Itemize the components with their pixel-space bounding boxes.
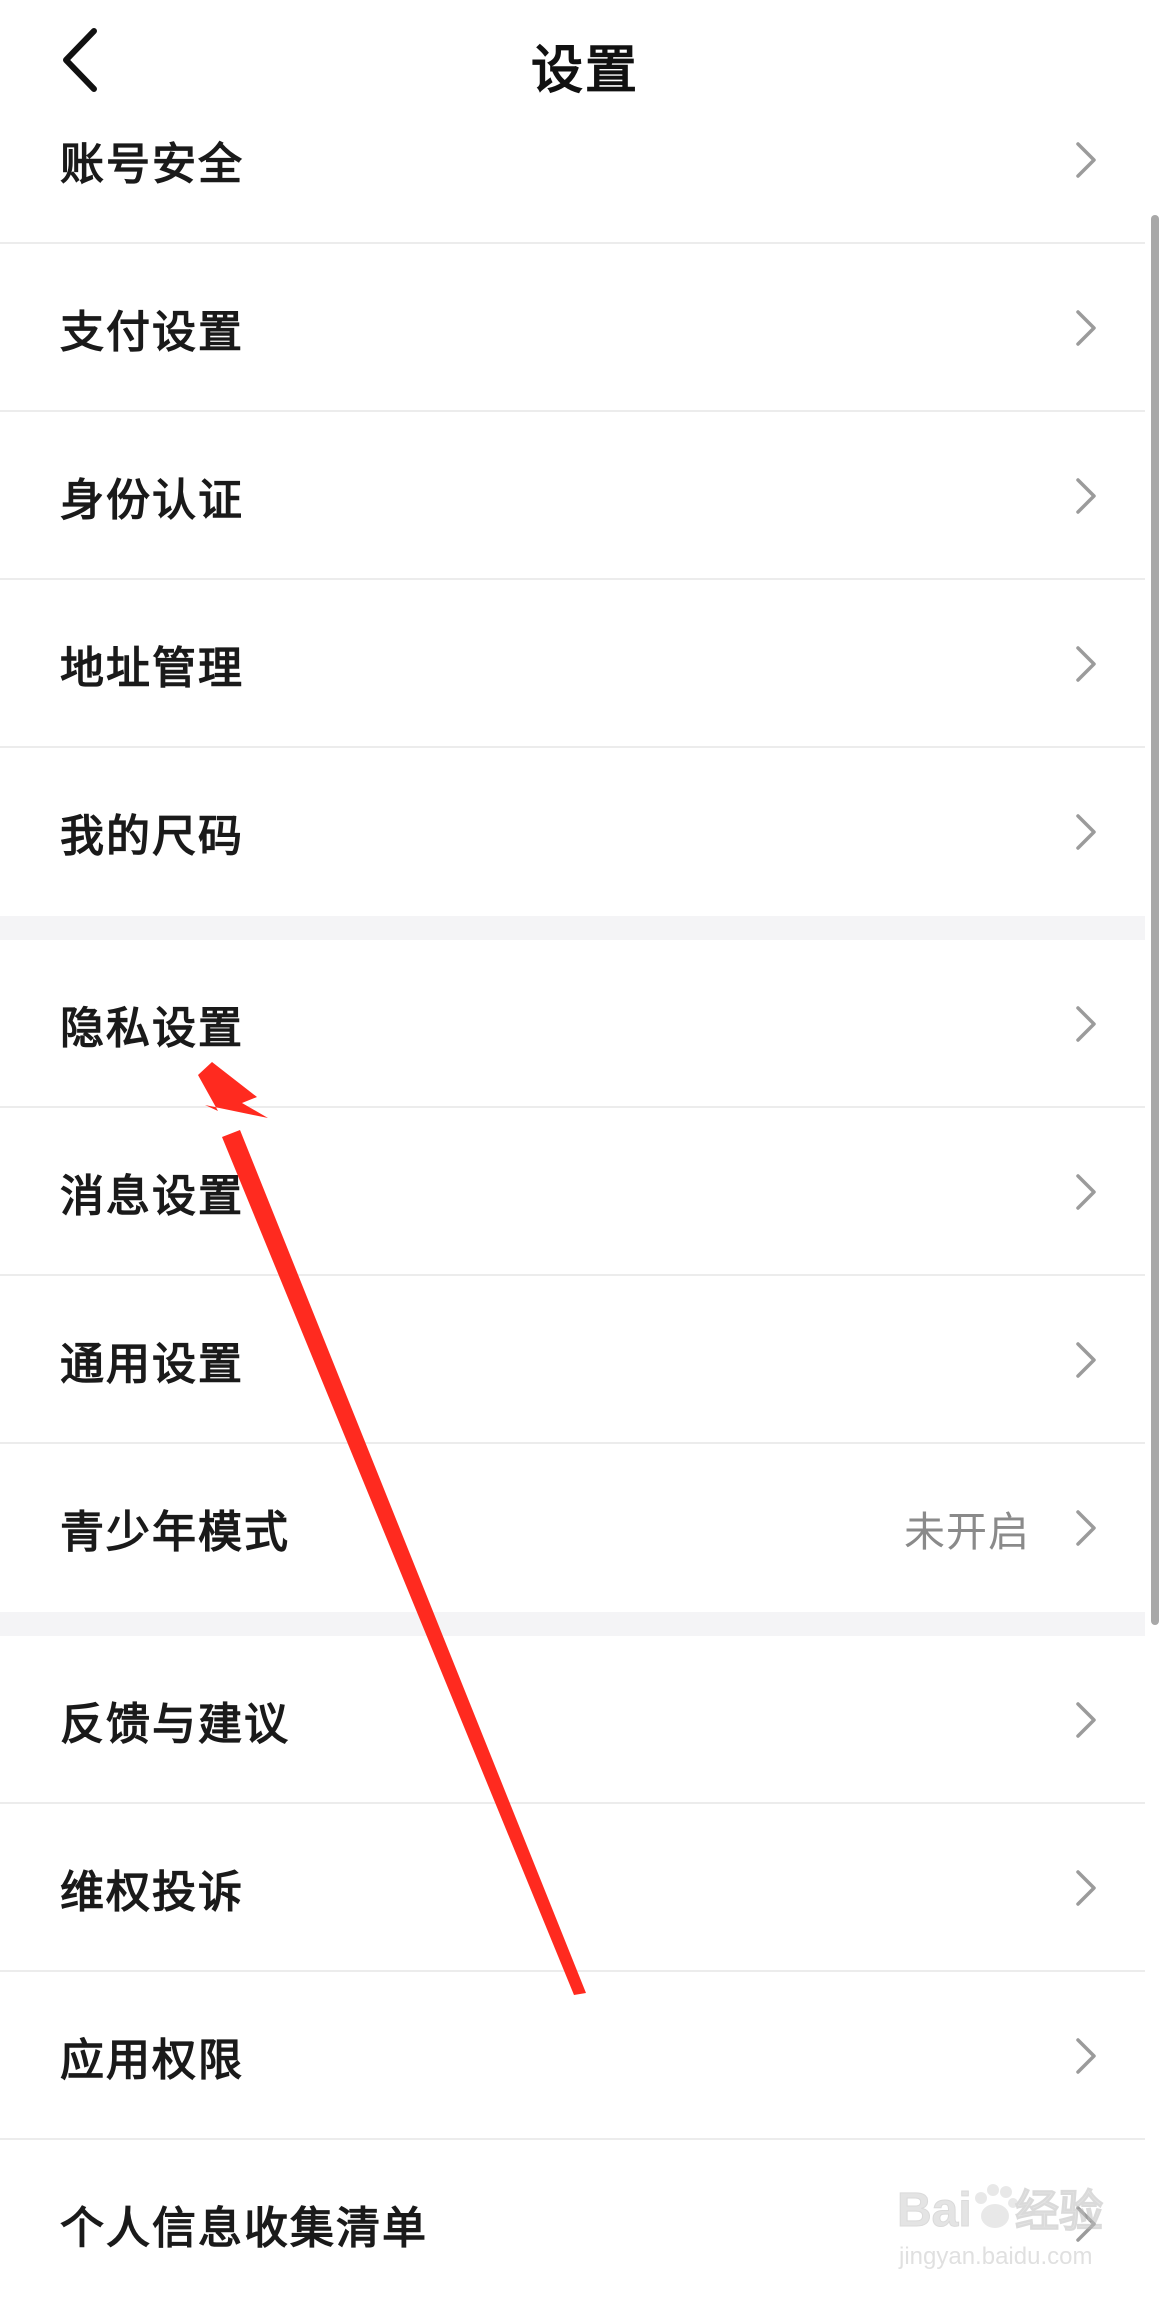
settings-item-label: 个人信息收集清单	[60, 2203, 428, 2254]
svg-text:jingyan.baidu.com: jingyan.baidu.com	[898, 2243, 1092, 2270]
settings-item-label: 身份认证	[60, 475, 244, 526]
settings-item-my-size[interactable]: 我的尺码	[0, 748, 1145, 916]
settings-item-label: 隐私设置	[60, 1003, 244, 1054]
settings-item-notifications[interactable]: 消息设置	[0, 1108, 1145, 1276]
settings-item-address[interactable]: 地址管理	[0, 580, 1145, 748]
chevron-right-icon	[1076, 814, 1096, 850]
settings-item-label: 通用设置	[60, 1339, 244, 1390]
settings-item-label: 支付设置	[60, 307, 244, 358]
settings-item-label: 应用权限	[60, 2035, 244, 2086]
chevron-right-icon	[1076, 646, 1096, 682]
section-gap	[0, 916, 1145, 940]
settings-item-label: 维权投诉	[60, 1867, 244, 1918]
settings-item-privacy[interactable]: 隐私设置	[0, 940, 1145, 1108]
chevron-right-icon	[1076, 1510, 1096, 1546]
chevron-right-icon	[1076, 1870, 1096, 1906]
chevron-right-icon	[1076, 1702, 1096, 1738]
settings-item-label: 消息设置	[60, 1171, 244, 1222]
settings-item-label: 青少年模式	[60, 1507, 290, 1558]
settings-item-identity[interactable]: 身份认证	[0, 412, 1145, 580]
settings-item-label: 账号安全	[60, 139, 244, 190]
scrollbar[interactable]	[1151, 215, 1159, 1625]
settings-item-complaint[interactable]: 维权投诉	[0, 1804, 1145, 1972]
settings-item-teen-mode[interactable]: 青少年模式 未开启	[0, 1444, 1145, 1612]
settings-list: 账号安全 支付设置 身份认证 地址管理 我的尺码 隐私设置 消息设置 通用设置	[0, 76, 1145, 2308]
baidu-paw-logo: Bai 经验 jingyan.baidu.com	[897, 2184, 1104, 2271]
svg-text:经验: 经验	[1015, 2187, 1103, 2236]
settings-item-label: 地址管理	[60, 643, 244, 694]
settings-item-label: 反馈与建议	[60, 1699, 290, 1750]
chevron-right-icon	[1076, 2038, 1096, 2074]
settings-item-feedback[interactable]: 反馈与建议	[0, 1636, 1145, 1804]
settings-item-general[interactable]: 通用设置	[0, 1276, 1145, 1444]
chevron-right-icon	[1076, 478, 1096, 514]
section-gap	[0, 1612, 1145, 1636]
settings-item-label: 我的尺码	[60, 811, 244, 862]
chevron-right-icon	[1076, 142, 1096, 178]
chevron-right-icon	[1076, 1342, 1096, 1378]
chevron-right-icon	[1076, 1006, 1096, 1042]
settings-item-payment[interactable]: 支付设置	[0, 244, 1145, 412]
teen-mode-status: 未开启	[904, 1508, 1030, 1556]
baidu-jingyan-watermark: Bai 经验 jingyan.baidu.com	[893, 2168, 1133, 2278]
settings-item-app-permissions[interactable]: 应用权限	[0, 1972, 1145, 2140]
top-nav-bar: 设置	[0, 0, 1170, 120]
chevron-right-icon	[1076, 1174, 1096, 1210]
svg-text:Bai: Bai	[897, 2184, 972, 2237]
chevron-right-icon	[1076, 310, 1096, 346]
page-title: 设置	[530, 41, 639, 101]
